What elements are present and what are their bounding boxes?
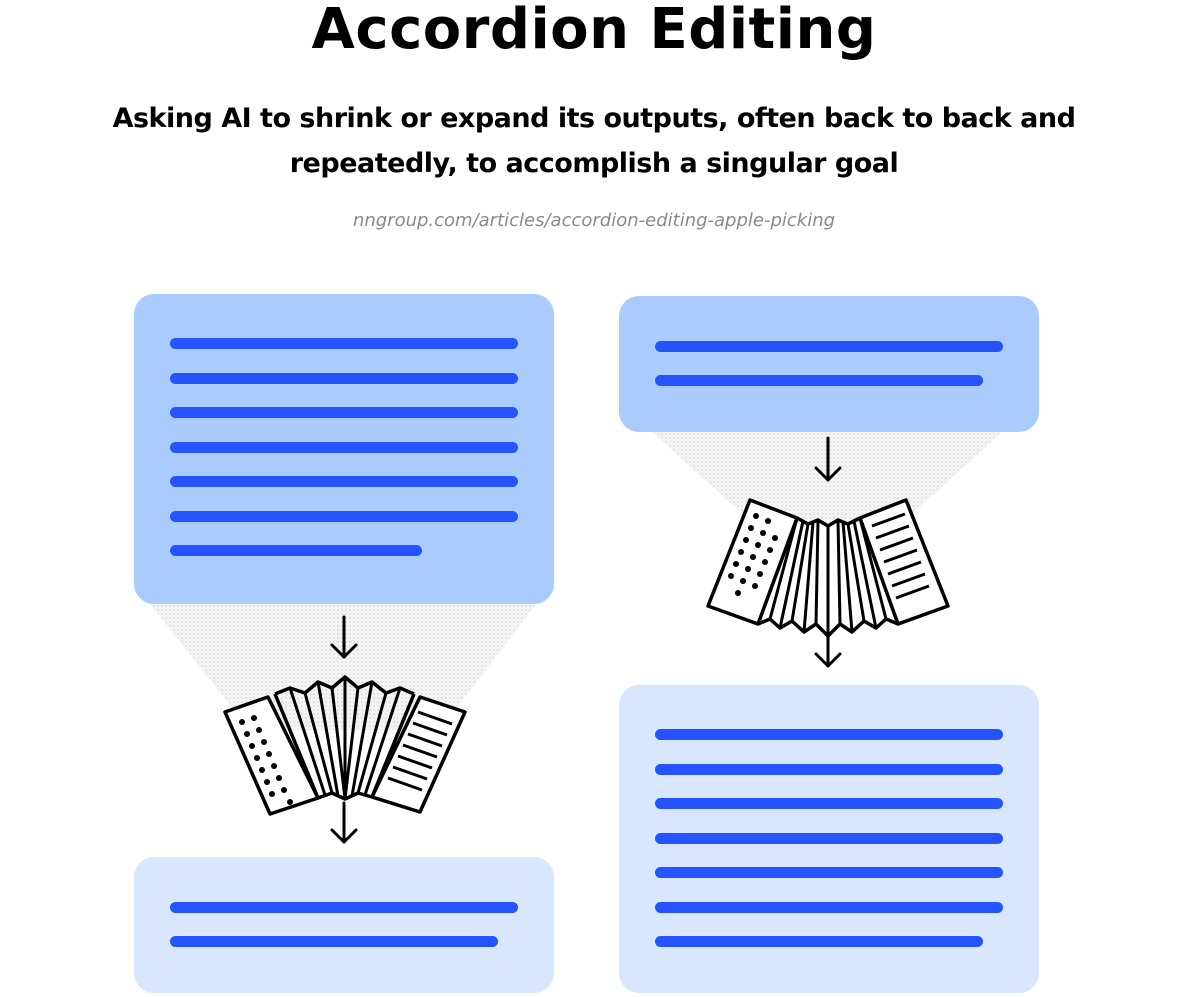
arrow-down-icon: [330, 801, 358, 844]
arrow-down-icon: [814, 436, 842, 482]
arrow-down-icon: [330, 615, 358, 659]
accordion-icon: [706, 498, 950, 638]
accordion-icon: [223, 675, 467, 816]
accordion-graphics: [223, 436, 950, 844]
